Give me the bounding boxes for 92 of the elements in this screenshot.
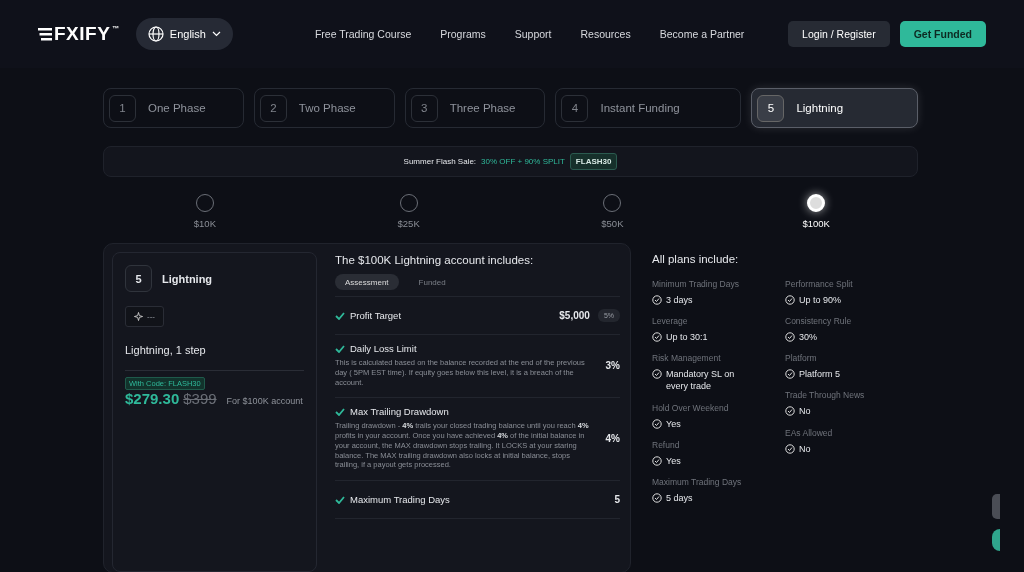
feature-label: Platform bbox=[785, 353, 818, 364]
price-note: For $100K account bbox=[226, 396, 303, 406]
rule-value: 5 bbox=[614, 494, 620, 505]
feature-label: Hold Over Weekend bbox=[652, 402, 730, 413]
feature-value: No bbox=[799, 405, 811, 418]
check-circle-icon bbox=[785, 332, 795, 343]
check-icon bbox=[335, 311, 345, 320]
check-circle-icon bbox=[785, 295, 795, 305]
account-size-option[interactable]: $50K bbox=[510, 194, 715, 229]
rule-value: $5,000 bbox=[559, 310, 590, 321]
program-tab[interactable]: 2 Two Phase bbox=[253, 88, 395, 128]
feature-value: Up to 90% bbox=[799, 294, 842, 307]
check-circle-icon bbox=[652, 295, 662, 305]
price: $279.30 bbox=[125, 390, 180, 407]
rules-tab[interactable]: Assessment bbox=[335, 274, 399, 290]
feature-value: 3 days bbox=[666, 294, 693, 307]
account-size-option[interactable]: $100K bbox=[714, 194, 918, 229]
feature-label: Leverage bbox=[652, 316, 689, 327]
rules-tab[interactable]: Funded bbox=[408, 274, 456, 290]
chip-text: --- bbox=[147, 312, 155, 321]
rule-title: Max Trailing Drawdown bbox=[350, 406, 449, 418]
nav-link[interactable]: Resources bbox=[580, 28, 631, 40]
program-tab[interactable]: 4 Instant Funding bbox=[555, 88, 742, 128]
get-funded-button[interactable]: Get Funded bbox=[899, 21, 986, 47]
rule-title: Daily Loss Limit bbox=[350, 343, 417, 354]
nav-link[interactable]: Free Trading Course bbox=[314, 28, 412, 40]
globe-icon bbox=[147, 26, 164, 42]
language-selector[interactable]: English bbox=[135, 18, 233, 50]
nav-link[interactable]: Become a Partner bbox=[659, 28, 745, 40]
tab-number: 3 bbox=[410, 94, 438, 122]
old-price: $399 bbox=[183, 390, 217, 407]
check-circle-icon bbox=[652, 369, 662, 380]
rule-value: 4% bbox=[605, 432, 620, 444]
check-icon bbox=[335, 344, 345, 353]
program-tab[interactable]: 3 Three Phase bbox=[404, 88, 546, 128]
check-circle-icon bbox=[652, 492, 662, 503]
feature-value: Mandatory SL on every trade bbox=[666, 368, 736, 393]
logo-text: FXIFY bbox=[54, 23, 111, 45]
feature-value: 5 days bbox=[666, 491, 693, 504]
nav-link[interactable]: Programs bbox=[440, 28, 486, 40]
sale-label: Summer Flash Sale: bbox=[403, 157, 477, 166]
plan-description: Lightning, 1 step bbox=[125, 344, 304, 371]
logo-icon bbox=[38, 27, 52, 41]
check-icon bbox=[335, 495, 345, 504]
sale-offer: 30% OFF + 90% SPLIT bbox=[481, 157, 565, 166]
feature-label: Performance Split bbox=[785, 279, 854, 289]
feature-label: EAs Allowed bbox=[785, 427, 834, 438]
rule-value: 3% bbox=[605, 359, 620, 371]
check-circle-icon bbox=[652, 332, 662, 343]
check-circle-icon bbox=[652, 455, 662, 466]
check-circle-icon bbox=[785, 369, 795, 380]
check-circle-icon bbox=[785, 406, 795, 417]
rule-title: Profit Target bbox=[350, 310, 402, 321]
check-circle-icon bbox=[652, 418, 662, 429]
plan-name: Lightning bbox=[162, 272, 213, 285]
account-size-option[interactable]: $10K bbox=[103, 194, 307, 229]
feature-label: Trade Through News bbox=[785, 390, 866, 401]
plan-number: 5 bbox=[125, 265, 152, 292]
check-icon bbox=[335, 407, 345, 416]
feature-label: Maximum Trading Days bbox=[652, 476, 743, 487]
login-button[interactable]: Login / Register bbox=[788, 21, 890, 47]
tab-number: 4 bbox=[561, 94, 589, 122]
tab-number: 2 bbox=[259, 94, 287, 122]
sparkle-icon bbox=[134, 312, 143, 321]
feature-label: Consistency Rule bbox=[785, 316, 853, 327]
account-size-option[interactable]: $25K bbox=[306, 194, 511, 229]
feature-value: 30% bbox=[799, 331, 817, 344]
feature-value: Platform 5 bbox=[799, 368, 840, 381]
feature-value: No bbox=[799, 442, 811, 455]
size-label: $10K bbox=[193, 218, 216, 229]
feature-value: Yes bbox=[666, 417, 681, 430]
tab-number: 1 bbox=[109, 94, 136, 122]
program-tab[interactable]: 5 Lightning bbox=[751, 88, 918, 128]
program-tab[interactable]: 1 One Phase bbox=[103, 88, 244, 128]
feature-label: Refund bbox=[652, 439, 681, 450]
rule-title: Maximum Trading Days bbox=[350, 494, 450, 505]
all-plans-title: All plans include: bbox=[652, 253, 740, 265]
side-tab[interactable] bbox=[992, 494, 1000, 519]
promo-code: FLASH30 bbox=[569, 153, 618, 170]
feature-label: Minimum Trading Days bbox=[652, 279, 740, 289]
feature-value: Up to 30:1 bbox=[666, 331, 708, 344]
tab-number: 5 bbox=[757, 94, 785, 122]
size-label: $100K bbox=[802, 218, 830, 229]
includes-title: The $100K Lightning account includes: bbox=[335, 254, 535, 266]
feature-value: Yes bbox=[666, 454, 681, 467]
check-circle-icon bbox=[785, 443, 795, 454]
feature-label: Risk Management bbox=[652, 353, 722, 364]
size-label: $25K bbox=[397, 218, 420, 229]
size-label: $50K bbox=[601, 218, 624, 229]
chat-button[interactable] bbox=[992, 529, 1000, 551]
chevron-down-icon bbox=[211, 31, 221, 37]
nav-link[interactable]: Support bbox=[514, 28, 552, 40]
